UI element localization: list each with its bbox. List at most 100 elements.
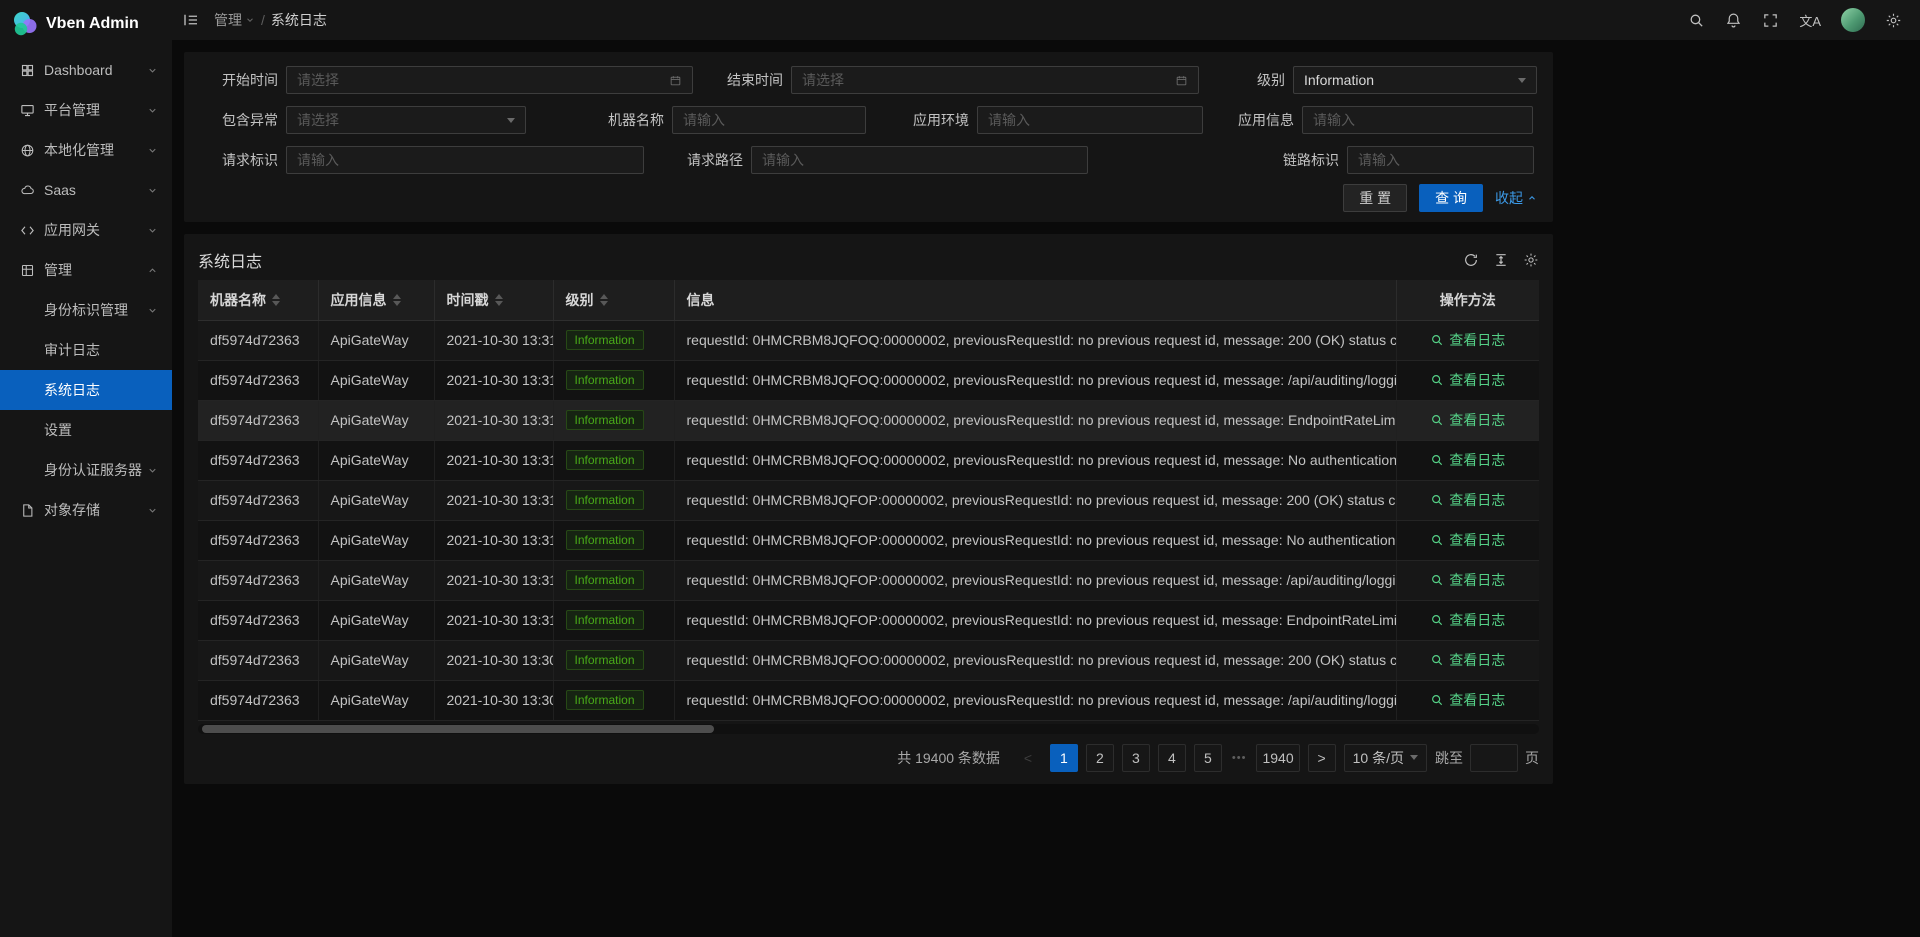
sidebar-item-identity-management[interactable]: 身份标识管理 (0, 290, 172, 330)
machine-name-input[interactable] (672, 106, 866, 134)
prev-page-button[interactable]: < (1014, 744, 1042, 772)
table-row[interactable]: df5974d72363 ApiGateWay 2021-10-30 13:31… (198, 560, 1539, 600)
jump-forward-ellipsis[interactable]: ••• (1230, 752, 1249, 764)
table-toolbar: 系统日志 (198, 244, 1539, 276)
logo[interactable]: Vben Admin (0, 0, 172, 48)
scrollbar-thumb[interactable] (202, 725, 714, 733)
table-row[interactable]: df5974d72363 ApiGateWay 2021-10-30 13:31… (198, 600, 1539, 640)
page-button-4[interactable]: 4 (1158, 744, 1186, 772)
level-badge: Information (566, 490, 644, 510)
column-header-timestamp[interactable]: 时间戳 (434, 280, 553, 320)
view-log-link[interactable]: 查看日志 (1430, 490, 1505, 510)
column-height-icon[interactable] (1493, 252, 1509, 268)
breadcrumb-parent[interactable]: 管理 (214, 10, 255, 30)
view-log-link[interactable]: 查看日志 (1430, 610, 1505, 630)
collapse-link[interactable]: 收起 (1495, 188, 1537, 208)
cell-actions: 查看日志 (1396, 440, 1539, 480)
magnifier-icon (1430, 373, 1444, 387)
table-row[interactable]: df5974d72363 ApiGateWay 2021-10-30 13:31… (198, 480, 1539, 520)
table-row[interactable]: df5974d72363 ApiGateWay 2021-10-30 13:31… (198, 520, 1539, 560)
view-log-link[interactable]: 查看日志 (1430, 330, 1505, 350)
page-size-select[interactable]: 10 条/页 (1344, 744, 1427, 772)
cell-level: Information (553, 440, 674, 480)
settings-gear-icon[interactable] (1885, 12, 1902, 29)
view-log-link[interactable]: 查看日志 (1430, 570, 1505, 590)
cell-level: Information (553, 400, 674, 440)
search-icon[interactable] (1688, 12, 1705, 29)
page-button-3[interactable]: 3 (1122, 744, 1150, 772)
table-row[interactable]: df5974d72363 ApiGateWay 2021-10-30 13:31… (198, 320, 1539, 360)
sidebar-item-dashboard[interactable]: Dashboard (0, 50, 172, 90)
level-field: 级别 Information (1257, 66, 1537, 94)
end-time-picker[interactable]: 请选择 (791, 66, 1199, 94)
next-page-button[interactable]: > (1308, 744, 1336, 772)
sidebar-item-gateway[interactable]: 应用网关 (0, 210, 172, 250)
view-log-link[interactable]: 查看日志 (1430, 370, 1505, 390)
magnifier-icon (1430, 653, 1444, 667)
menu-fold-icon[interactable] (182, 11, 200, 29)
table-row[interactable]: df5974d72363 ApiGateWay 2021-10-30 13:31… (198, 400, 1539, 440)
sidebar-menu: Dashboard 平台管理 本地化管理 Saas 应用网关 管理 (0, 48, 172, 530)
jump-page-input[interactable] (1470, 744, 1518, 772)
trace-id-input[interactable] (1347, 146, 1534, 174)
level-badge: Information (566, 570, 644, 590)
page-button-last[interactable]: 1940 (1256, 744, 1299, 772)
refresh-icon[interactable] (1463, 252, 1479, 268)
view-log-link[interactable]: 查看日志 (1430, 690, 1505, 710)
start-time-field: 开始时间 请选择 (222, 66, 693, 94)
table-row[interactable]: df5974d72363 ApiGateWay 2021-10-30 13:30… (198, 640, 1539, 680)
cell-app: ApiGateWay (318, 520, 434, 560)
table-row[interactable]: df5974d72363 ApiGateWay 2021-10-30 13:31… (198, 360, 1539, 400)
table-row[interactable]: df5974d72363 ApiGateWay 2021-10-30 13:30… (198, 680, 1539, 720)
query-button[interactable]: 查 询 (1419, 184, 1483, 212)
horizontal-scrollbar[interactable] (198, 724, 1539, 734)
has-exception-select[interactable]: 请选择 (286, 106, 526, 134)
request-id-field: 请求标识 (222, 146, 644, 174)
column-header-machine[interactable]: 机器名称 (198, 280, 318, 320)
cell-message: requestId: 0HMCRBM8JQFOQ:00000002, previ… (674, 440, 1396, 480)
column-header-level[interactable]: 级别 (553, 280, 674, 320)
page-button-1[interactable]: 1 (1050, 744, 1078, 772)
translate-icon[interactable]: 文A (1799, 11, 1821, 30)
level-select[interactable]: Information (1293, 66, 1537, 94)
environment-input[interactable] (977, 106, 1203, 134)
app-info-input[interactable] (1302, 106, 1533, 134)
cell-actions: 查看日志 (1396, 360, 1539, 400)
level-badge: Information (566, 330, 644, 350)
end-time-label: 结束时间 (727, 70, 783, 90)
request-path-input[interactable] (751, 146, 1088, 174)
sidebar-item-settings[interactable]: 设置 (0, 410, 172, 450)
fullscreen-icon[interactable] (1762, 12, 1779, 29)
notification-icon[interactable] (1725, 12, 1742, 29)
table-row[interactable]: df5974d72363 ApiGateWay 2021-10-30 13:31… (198, 440, 1539, 480)
cell-machine: df5974d72363 (198, 600, 318, 640)
cell-timestamp: 2021-10-30 13:31:38 (434, 320, 553, 360)
view-log-link[interactable]: 查看日志 (1430, 530, 1505, 550)
sidebar-item-saas[interactable]: Saas (0, 170, 172, 210)
cell-timestamp: 2021-10-30 13:31:38 (434, 440, 553, 480)
page-button-5[interactable]: 5 (1194, 744, 1222, 772)
view-log-link[interactable]: 查看日志 (1430, 450, 1505, 470)
chevron-down-icon (1410, 755, 1418, 760)
page-button-2[interactable]: 2 (1086, 744, 1114, 772)
cell-actions: 查看日志 (1396, 640, 1539, 680)
column-header-app[interactable]: 应用信息 (318, 280, 434, 320)
sidebar-item-management[interactable]: 管理 (0, 250, 172, 290)
cell-actions: 查看日志 (1396, 600, 1539, 640)
view-log-link[interactable]: 查看日志 (1430, 650, 1505, 670)
request-id-input[interactable] (286, 146, 644, 174)
sidebar-item-system-logs[interactable]: 系统日志 (0, 370, 172, 410)
cell-app: ApiGateWay (318, 680, 434, 720)
avatar[interactable] (1841, 8, 1865, 32)
sidebar-item-platform[interactable]: 平台管理 (0, 90, 172, 130)
sidebar-item-localization[interactable]: 本地化管理 (0, 130, 172, 170)
start-time-picker[interactable]: 请选择 (286, 66, 693, 94)
cell-message: requestId: 0HMCRBM8JQFOP:00000002, previ… (674, 600, 1396, 640)
chevron-down-icon (147, 145, 158, 156)
sidebar-item-identity-server[interactable]: 身份认证服务器 (0, 450, 172, 490)
column-settings-gear-icon[interactable] (1523, 252, 1539, 268)
view-log-link[interactable]: 查看日志 (1430, 410, 1505, 430)
reset-button[interactable]: 重 置 (1343, 184, 1407, 212)
sidebar-item-object-storage[interactable]: 对象存储 (0, 490, 172, 530)
sidebar-item-audit-logs[interactable]: 审计日志 (0, 330, 172, 370)
